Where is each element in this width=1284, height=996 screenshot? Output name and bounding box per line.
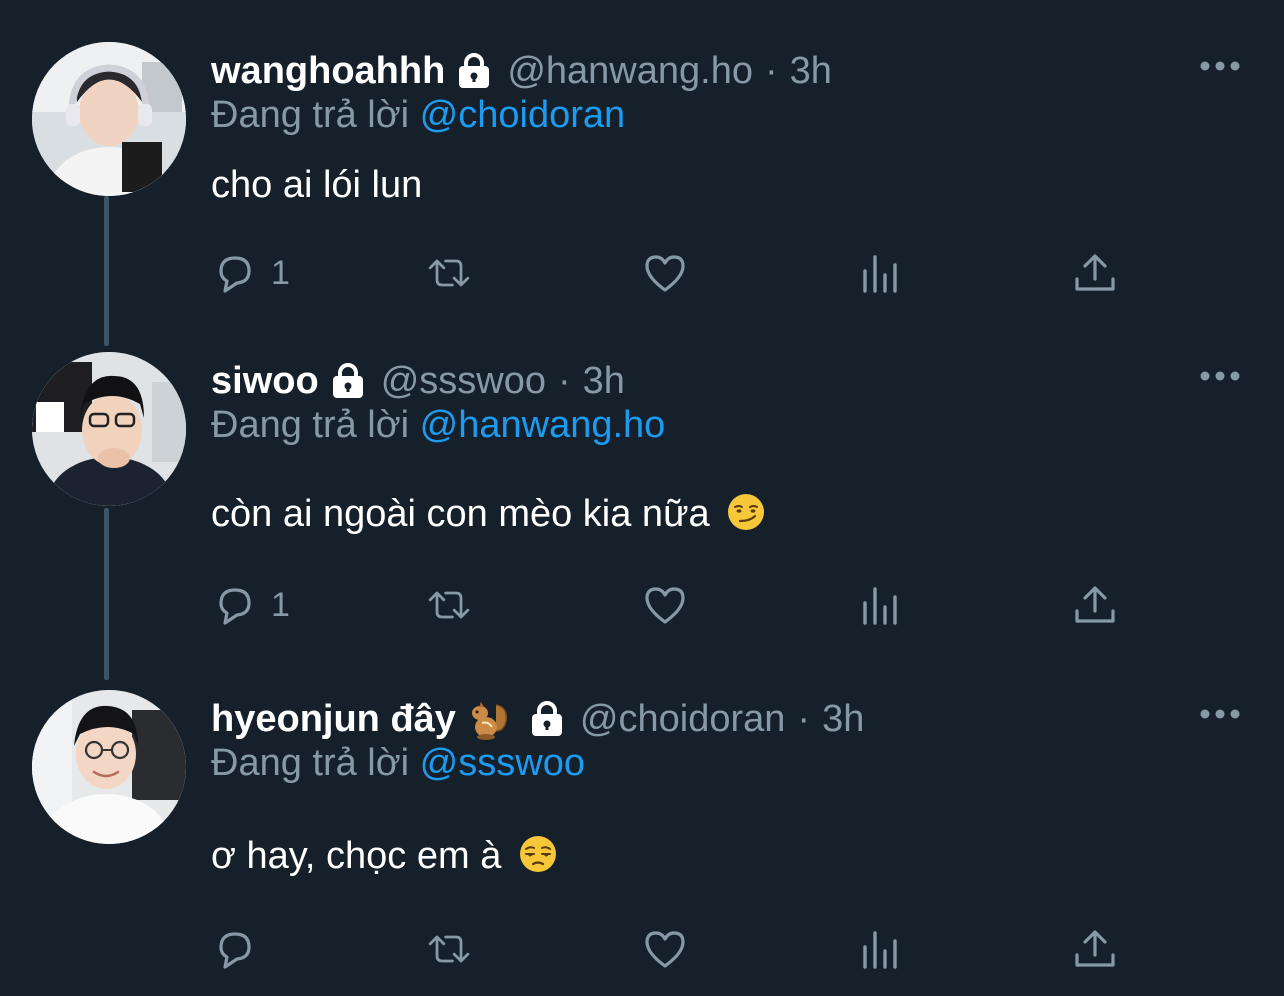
share-icon <box>1075 586 1115 623</box>
retweet-icon <box>428 591 470 619</box>
unamused-face-icon <box>519 836 556 872</box>
replying-to: Đang trả lời @choidoran <box>211 94 625 137</box>
tweet-thread: wanghoahhh @hanwang.ho · 3h Đang trả lời… <box>0 0 1284 996</box>
share-icon <box>1075 930 1115 967</box>
like-button[interactable] <box>641 578 689 632</box>
handle[interactable]: @ssswoo <box>381 360 546 403</box>
views-button[interactable] <box>857 578 905 632</box>
reply-icon <box>219 256 251 293</box>
tweet-header: wanghoahhh @hanwang.ho · 3h <box>211 46 832 96</box>
tweet-text: còn ai ngoài con mèo kia nữa <box>211 492 766 536</box>
views-icon <box>863 255 897 293</box>
replying-to: Đang trả lời @hanwang.ho <box>211 404 665 447</box>
tweet-text: ơ hay, chọc em à <box>211 834 558 878</box>
retweet-button[interactable] <box>425 922 473 976</box>
reply-mention-link[interactable]: @choidoran <box>420 94 625 136</box>
reply-icon <box>219 588 251 625</box>
chipmunk-icon <box>471 702 507 740</box>
retweet-button[interactable] <box>425 578 473 632</box>
views-button[interactable] <box>857 246 905 300</box>
more-icon[interactable] <box>1198 366 1242 386</box>
separator: · <box>797 697 811 740</box>
retweet-button[interactable] <box>425 246 473 300</box>
reply-count: 1 <box>271 585 290 624</box>
lock-icon <box>528 700 566 738</box>
heart-icon <box>645 931 685 968</box>
replying-to-label: Đang trả lời <box>211 94 410 136</box>
handle[interactable]: @choidoran <box>580 698 785 741</box>
lock-icon <box>455 52 493 90</box>
reply-button[interactable]: 1 <box>211 578 290 632</box>
like-button[interactable] <box>641 922 689 976</box>
tweet[interactable]: wanghoahhh @hanwang.ho · 3h Đang trả lời… <box>0 42 1284 342</box>
reply-button[interactable] <box>211 922 271 976</box>
tweet-text-content: cho ai lói lun <box>211 164 423 206</box>
share-button[interactable] <box>1071 246 1119 300</box>
separator: · <box>764 49 778 92</box>
tweet[interactable]: siwoo @ssswoo · 3h Đang trả lời @hanwang… <box>0 352 1284 652</box>
reply-icon <box>219 932 251 969</box>
smirking-face-icon <box>728 494 765 530</box>
replying-to: Đang trả lời @ssswoo <box>211 742 585 785</box>
handle[interactable]: @hanwang.ho <box>507 50 753 93</box>
lock-icon <box>329 362 367 400</box>
avatar[interactable] <box>32 690 186 844</box>
tweet-text-content: ơ hay, chọc em à <box>211 835 502 877</box>
avatar[interactable] <box>32 42 186 196</box>
heart-icon <box>645 587 685 624</box>
views-icon <box>863 587 897 625</box>
heart-icon <box>645 255 685 292</box>
action-bar: 1 <box>211 578 1131 632</box>
action-bar: 1 <box>211 246 1131 300</box>
tweet-header: siwoo @ssswoo · 3h <box>211 356 625 406</box>
timestamp[interactable]: 3h <box>822 698 864 741</box>
retweet-icon <box>428 935 470 963</box>
tweet-text-content: còn ai ngoài con mèo kia nữa <box>211 493 710 535</box>
tweet-header: hyeonjun đây @choidoran · 3h <box>211 694 864 744</box>
display-name[interactable]: siwoo <box>211 360 319 403</box>
retweet-icon <box>428 259 470 287</box>
reply-count: 1 <box>271 253 290 292</box>
share-icon <box>1075 254 1115 291</box>
replying-to-label: Đang trả lời <box>211 404 410 446</box>
avatar[interactable] <box>32 352 186 506</box>
views-button[interactable] <box>857 922 905 976</box>
replying-to-label: Đang trả lời <box>211 742 410 784</box>
share-button[interactable] <box>1071 922 1119 976</box>
tweet-text: cho ai lói lun <box>211 164 422 207</box>
more-icon[interactable] <box>1198 704 1242 724</box>
reply-mention-link[interactable]: @ssswoo <box>420 742 585 784</box>
reply-button[interactable]: 1 <box>211 246 290 300</box>
separator: · <box>557 359 571 402</box>
timestamp[interactable]: 3h <box>583 360 625 403</box>
views-icon <box>863 931 897 969</box>
display-name[interactable]: wanghoahhh <box>211 50 445 93</box>
timestamp[interactable]: 3h <box>790 50 832 93</box>
display-name[interactable]: hyeonjun đây <box>211 698 456 741</box>
tweet[interactable]: hyeonjun đây @choidoran · 3h Đang trả lờ… <box>0 690 1284 990</box>
like-button[interactable] <box>641 246 689 300</box>
action-bar <box>211 922 1131 976</box>
reply-mention-link[interactable]: @hanwang.ho <box>420 404 666 446</box>
share-button[interactable] <box>1071 578 1119 632</box>
more-icon[interactable] <box>1198 56 1242 76</box>
